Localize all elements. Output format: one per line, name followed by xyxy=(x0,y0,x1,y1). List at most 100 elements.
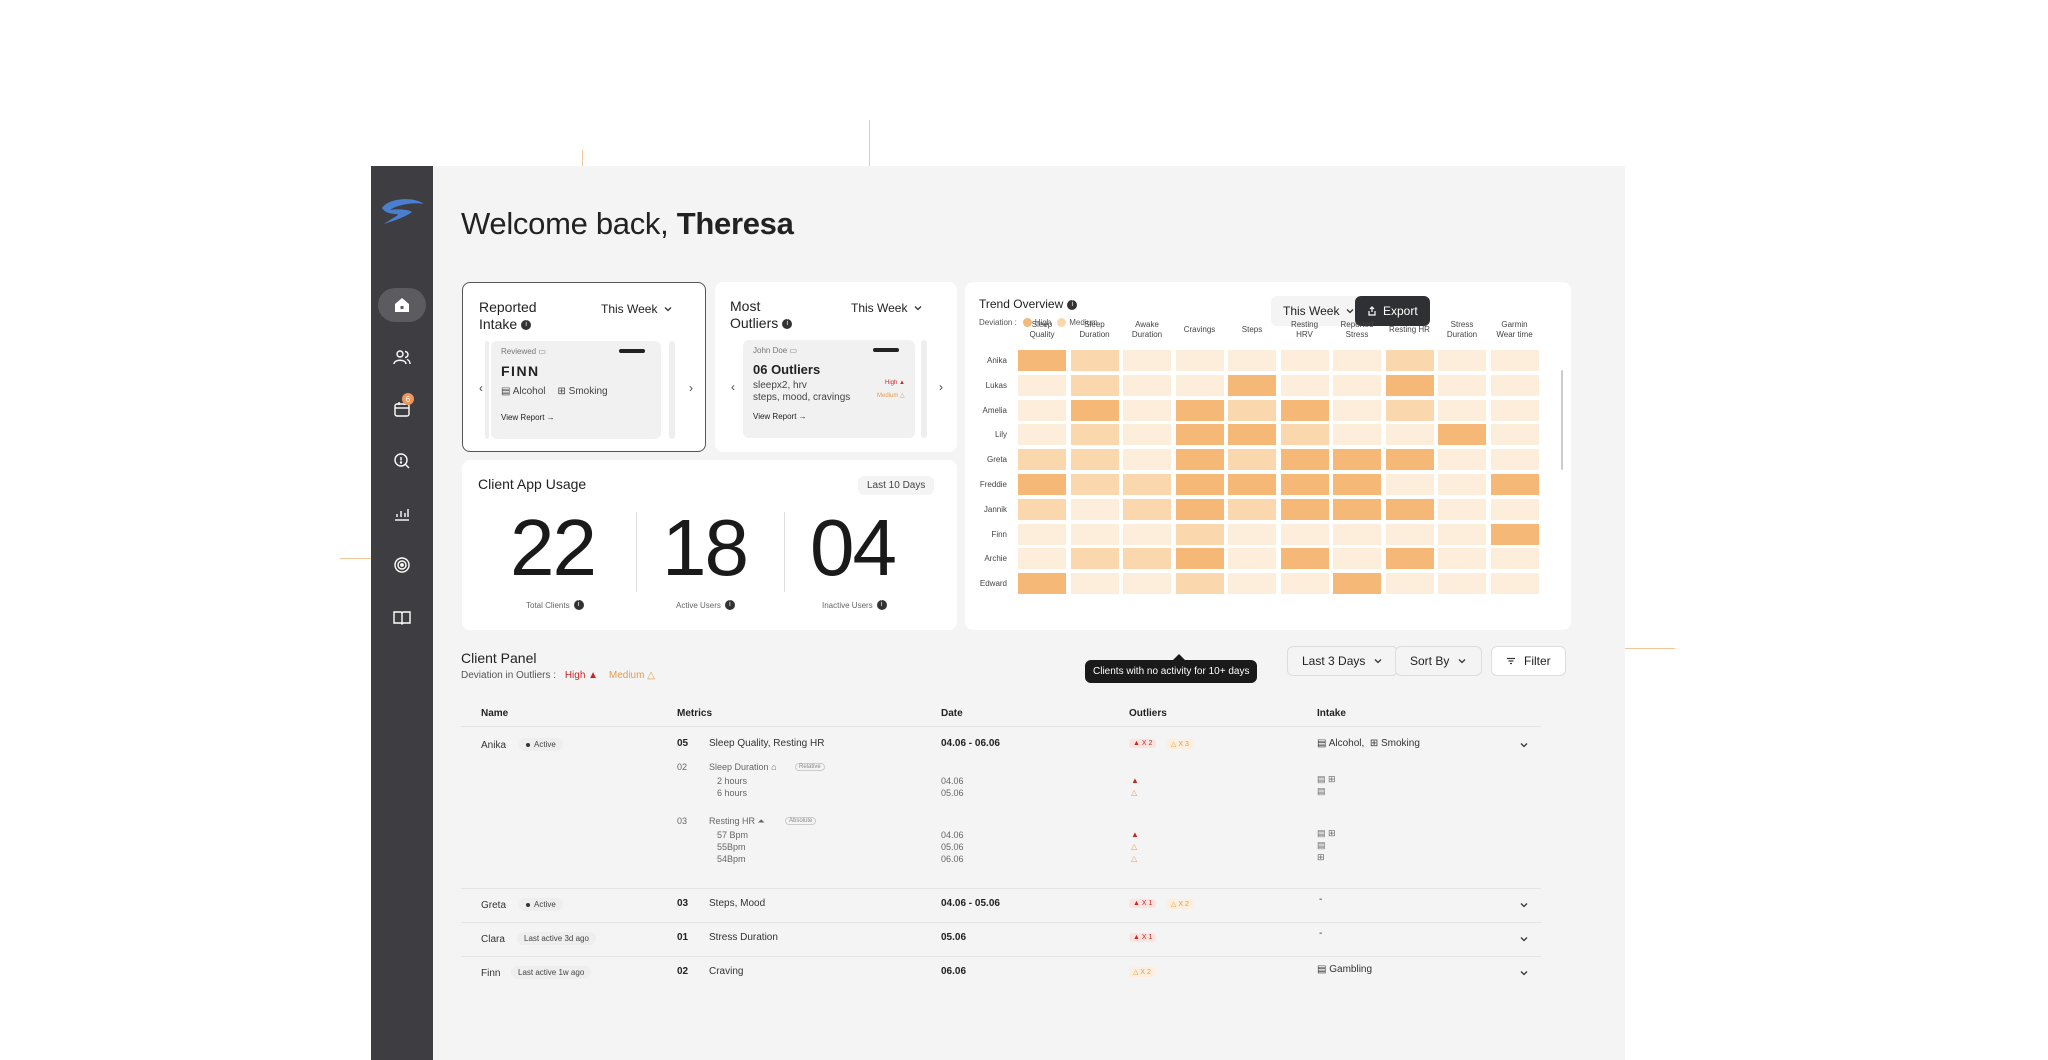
heatmap-cell[interactable] xyxy=(1175,350,1224,371)
heatmap-cell[interactable] xyxy=(1228,498,1276,520)
heatmap-cell[interactable] xyxy=(1490,523,1539,545)
heatmap-cell[interactable] xyxy=(1228,350,1276,371)
nav-calendar[interactable]: 6 xyxy=(378,392,426,426)
view-report-link[interactable]: View Report → xyxy=(753,412,807,421)
filter-button[interactable]: Filter xyxy=(1491,646,1566,676)
heatmap-cell[interactable] xyxy=(1490,350,1539,371)
heatmap-cell[interactable] xyxy=(1438,449,1486,471)
heatmap-cell[interactable] xyxy=(1175,474,1224,495)
heatmap-cell[interactable] xyxy=(1123,523,1171,545)
heatmap-cell[interactable] xyxy=(1333,548,1381,570)
heatmap-cell[interactable] xyxy=(1333,498,1381,520)
heatmap-cell[interactable] xyxy=(1385,424,1434,446)
heatmap-cell[interactable] xyxy=(1070,350,1119,371)
heatmap-cell[interactable] xyxy=(1070,523,1119,545)
heatmap-cell[interactable] xyxy=(1228,399,1276,421)
heatmap-cell[interactable] xyxy=(1333,573,1381,595)
heatmap-cell[interactable] xyxy=(1438,399,1486,421)
heatmap-cell[interactable] xyxy=(1070,573,1119,595)
chevron-down-icon[interactable] xyxy=(1519,934,1529,944)
table-row[interactable]: Finn Last active 1w ago 02 Craving 06.06… xyxy=(461,958,1541,990)
heatmap-cell[interactable] xyxy=(1385,548,1434,570)
heatmap-cell[interactable] xyxy=(1280,474,1329,495)
heatmap-cell[interactable] xyxy=(1123,474,1171,495)
heatmap-cell[interactable] xyxy=(1018,573,1066,595)
heatmap-cell[interactable] xyxy=(1385,350,1434,371)
heatmap-cell[interactable] xyxy=(1280,498,1329,520)
heatmap-cell[interactable] xyxy=(1490,474,1539,495)
heatmap-cell[interactable] xyxy=(1280,523,1329,545)
heatmap-cell[interactable] xyxy=(1070,449,1119,471)
heatmap-cell[interactable] xyxy=(1228,374,1276,396)
heatmap-cell[interactable] xyxy=(1333,399,1381,421)
heatmap-cell[interactable] xyxy=(1175,399,1224,421)
heatmap-cell[interactable] xyxy=(1333,350,1381,371)
heatmap-cell[interactable] xyxy=(1175,498,1224,520)
heatmap-cell[interactable] xyxy=(1438,573,1486,595)
heatmap-cell[interactable] xyxy=(1018,498,1066,520)
heatmap-cell[interactable] xyxy=(1175,374,1224,396)
heatmap-cell[interactable] xyxy=(1280,374,1329,396)
heatmap-cell[interactable] xyxy=(1438,424,1486,446)
heatmap-cell[interactable] xyxy=(1490,573,1539,595)
heatmap-cell[interactable] xyxy=(1123,399,1171,421)
heatmap-cell[interactable] xyxy=(1280,573,1329,595)
heatmap-cell[interactable] xyxy=(1228,548,1276,570)
heatmap-cell[interactable] xyxy=(1280,350,1329,371)
heatmap-cell[interactable] xyxy=(1123,498,1171,520)
nav-library[interactable] xyxy=(378,600,426,634)
heatmap-cell[interactable] xyxy=(1018,350,1066,371)
heatmap-cell[interactable] xyxy=(1280,399,1329,421)
heatmap-cell[interactable] xyxy=(1123,374,1171,396)
heatmap-cell[interactable] xyxy=(1333,474,1381,495)
heatmap-cell[interactable] xyxy=(1490,374,1539,396)
info-icon[interactable]: i xyxy=(573,600,584,610)
nav-goals[interactable] xyxy=(378,548,426,582)
heatmap-cell[interactable] xyxy=(1070,424,1119,446)
heatmap-cell[interactable] xyxy=(1438,548,1486,570)
table-row[interactable]: Clara Last active 3d ago 01 Stress Durat… xyxy=(461,924,1541,956)
nav-home[interactable] xyxy=(378,288,426,322)
heatmap-cell[interactable] xyxy=(1123,548,1171,570)
heatmap-cell[interactable] xyxy=(1123,573,1171,595)
heatmap-cell[interactable] xyxy=(1490,498,1539,520)
heatmap-cell[interactable] xyxy=(1438,474,1486,495)
table-row[interactable]: Anika Active 05 Sleep Quality, Resting H… xyxy=(461,728,1541,888)
heatmap-cell[interactable] xyxy=(1280,424,1329,446)
heatmap-cell[interactable] xyxy=(1175,449,1224,471)
heatmap-cell[interactable] xyxy=(1438,374,1486,396)
info-icon[interactable]: i xyxy=(724,600,735,610)
heatmap-cell[interactable] xyxy=(1385,449,1434,471)
heatmap-cell[interactable] xyxy=(1438,498,1486,520)
nav-analytics[interactable] xyxy=(378,496,426,530)
heatmap-cell[interactable] xyxy=(1385,399,1434,421)
heatmap-cell[interactable] xyxy=(1228,424,1276,446)
heatmap-cell[interactable] xyxy=(1070,399,1119,421)
heatmap-cell[interactable] xyxy=(1280,548,1329,570)
next-arrow-icon[interactable]: › xyxy=(939,380,943,394)
range-dropdown[interactable]: Last 3 Days xyxy=(1287,646,1399,676)
heatmap-cell[interactable] xyxy=(1333,374,1381,396)
heatmap-cell[interactable] xyxy=(1018,449,1066,471)
info-icon[interactable]: i xyxy=(782,319,793,330)
prev-arrow-icon[interactable]: ‹ xyxy=(479,381,483,395)
heatmap-cell[interactable] xyxy=(1018,399,1066,421)
chevron-down-icon[interactable] xyxy=(1519,740,1529,750)
heatmap-cell[interactable] xyxy=(1070,498,1119,520)
heatmap-cell[interactable] xyxy=(1228,449,1276,471)
heatmap-cell[interactable] xyxy=(1490,399,1539,421)
heatmap-cell[interactable] xyxy=(1018,424,1066,446)
sort-dropdown[interactable]: Sort By xyxy=(1395,646,1483,676)
most-outliers-period-dropdown[interactable]: This Week xyxy=(841,296,934,320)
heatmap-cell[interactable] xyxy=(1070,548,1119,570)
table-row[interactable]: Greta Active 03 Steps, Mood 04.06 - 05.0… xyxy=(461,890,1541,922)
heatmap-cell[interactable] xyxy=(1175,523,1224,545)
heatmap-cell[interactable] xyxy=(1175,573,1224,595)
heatmap-cell[interactable] xyxy=(1018,474,1066,495)
heatmap-cell[interactable] xyxy=(1123,449,1171,471)
heatmap-cell[interactable] xyxy=(1228,474,1276,495)
app-usage-period[interactable]: Last 10 Days xyxy=(858,476,935,495)
heatmap-cell[interactable] xyxy=(1175,424,1224,446)
reported-intake-period-dropdown[interactable]: This Week xyxy=(591,297,684,321)
heatmap-cell[interactable] xyxy=(1490,548,1539,570)
